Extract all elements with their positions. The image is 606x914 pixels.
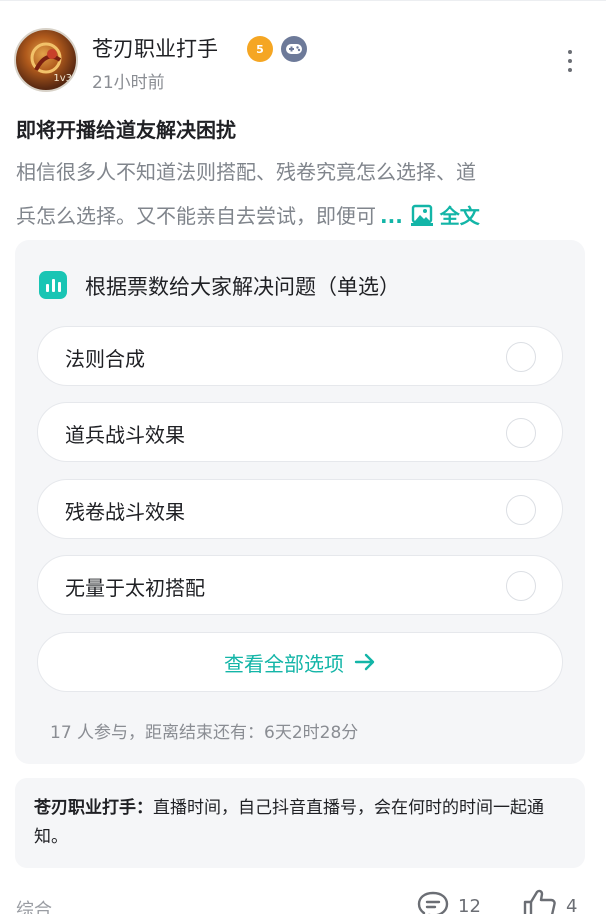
level-badge-value: 5	[256, 42, 264, 56]
like-count: 4	[566, 896, 578, 914]
poll-option-label: 残卷战斗效果	[65, 500, 185, 524]
poll-chart-icon	[39, 271, 67, 299]
view-all-options-button[interactable]: 查看全部选项	[37, 632, 563, 692]
poll-option[interactable]: 残卷战斗效果	[37, 479, 563, 539]
poll-option[interactable]: 无量于太初搭配	[37, 555, 563, 615]
poll-title: 根据票数给大家解决问题（单选）	[85, 275, 400, 299]
poll-option-label: 法则合成	[65, 347, 145, 371]
thumbs-up-icon[interactable]	[522, 888, 558, 914]
full-text-link[interactable]: 全文	[410, 204, 480, 228]
radio-icon[interactable]	[506, 495, 536, 525]
author-name[interactable]: 苍刃职业打手	[92, 33, 218, 63]
reply-box[interactable]: 苍刃职业打手：直播时间，自己抖音直播号，会在何时的时间一起通知。	[15, 778, 585, 868]
post-time: 21小时前	[92, 73, 165, 93]
image-icon	[410, 204, 433, 226]
poll-option-label: 无量于太初搭配	[65, 576, 205, 600]
reply-author: 苍刃职业打手：	[34, 798, 153, 818]
poll-card: 根据票数给大家解决问题（单选） 法则合成 道兵战斗效果 残卷战斗效果 无量于太初…	[15, 240, 585, 764]
radio-icon[interactable]	[506, 571, 536, 601]
comment-icon[interactable]	[416, 890, 450, 914]
post-excerpt[interactable]: 相信很多人不知道法则搭配、残卷究竟怎么选择、道 兵怎么选择。又不能亲自去尝试，即…	[16, 150, 591, 238]
excerpt-ellipsis: ...	[380, 204, 403, 228]
avatar[interactable]: 1v3	[14, 28, 78, 92]
avatar-tag: 1v3	[53, 73, 72, 84]
poll-option[interactable]: 道兵战斗效果	[37, 402, 563, 462]
full-text-label: 全文	[439, 204, 480, 228]
poll-status: 17 人参与，距离结束还有：6天2时28分	[50, 723, 359, 743]
poll-option[interactable]: 法则合成	[37, 326, 563, 386]
view-all-label: 查看全部选项	[224, 651, 344, 676]
excerpt-line-2-text: 兵怎么选择。又不能亲自去尝试，即便可	[16, 204, 376, 228]
top-divider	[0, 0, 606, 4]
reply-text: 苍刃职业打手：直播时间，自己抖音直播号，会在何时的时间一起通知。	[34, 794, 574, 852]
post-title[interactable]: 即将开播给道友解决困扰	[16, 114, 236, 143]
level-badge-icon: 5	[247, 36, 273, 62]
more-vertical-icon[interactable]	[556, 46, 584, 76]
gamepad-badge-icon	[281, 36, 307, 62]
radio-icon[interactable]	[506, 418, 536, 448]
arrow-right-icon	[354, 653, 375, 671]
comment-count: 12	[458, 896, 481, 914]
category-tag[interactable]: 综合	[16, 896, 52, 914]
excerpt-line-1: 相信很多人不知道法则搭配、残卷究竟怎么选择、道	[16, 160, 476, 184]
poll-option-label: 道兵战斗效果	[65, 423, 185, 447]
radio-icon[interactable]	[506, 342, 536, 372]
excerpt-line-2: 兵怎么选择。又不能亲自去尝试，即便可... 全文	[16, 194, 591, 238]
